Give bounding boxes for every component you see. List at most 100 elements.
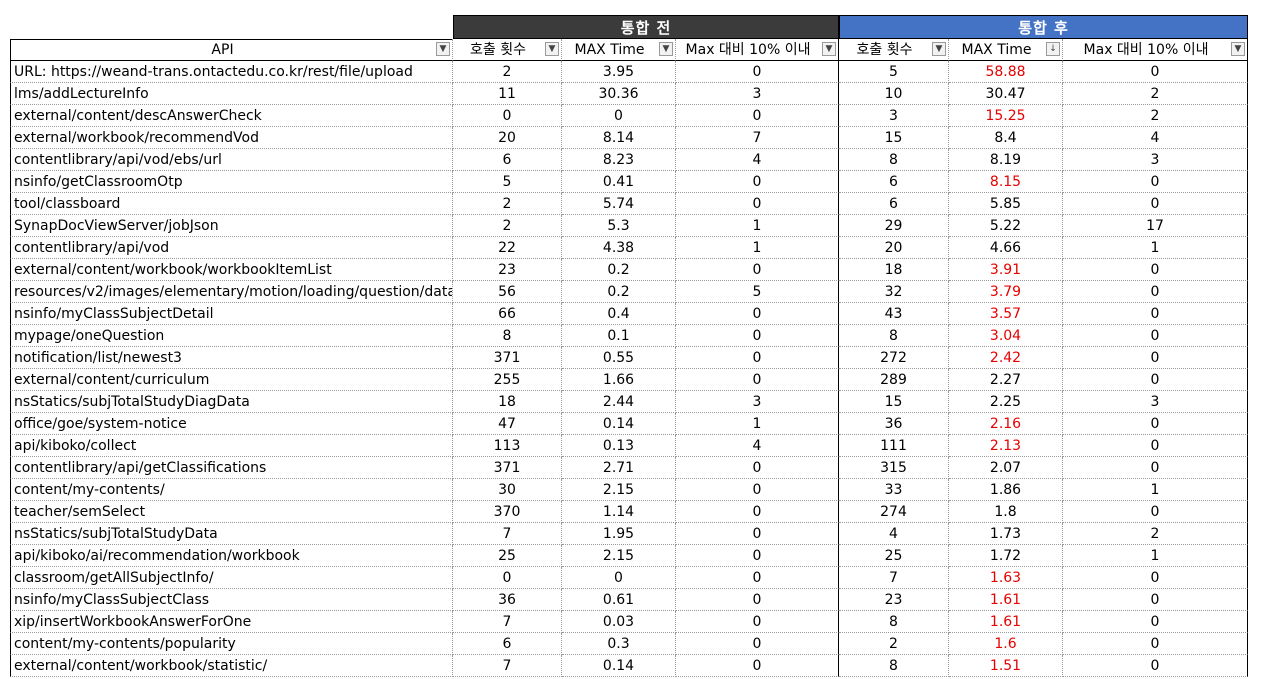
cell-after-within10[interactable]: 0 <box>1063 303 1248 325</box>
cell-after-calls[interactable]: 18 <box>839 259 949 281</box>
cell-after-within10[interactable]: 0 <box>1063 281 1248 303</box>
cell-before-within10[interactable]: 0 <box>676 567 839 589</box>
cell-before-within10[interactable]: 0 <box>676 303 839 325</box>
cell-before-calls[interactable]: 25 <box>453 545 562 567</box>
cell-before-within10[interactable]: 0 <box>676 105 839 127</box>
filter-dropdown-icon[interactable]: ▼ <box>545 42 559 56</box>
cell-before-within10[interactable]: 0 <box>676 325 839 347</box>
cell-after-calls[interactable]: 15 <box>839 391 949 413</box>
cell-after-maxtime[interactable]: 8.4 <box>949 127 1063 149</box>
cell-before-within10[interactable]: 7 <box>676 127 839 149</box>
cell-after-within10[interactable]: 0 <box>1063 435 1248 457</box>
cell-before-calls[interactable]: 371 <box>453 347 562 369</box>
cell-before-calls[interactable]: 7 <box>453 655 562 677</box>
cell-after-within10[interactable]: 1 <box>1063 237 1248 259</box>
cell-api[interactable]: nsinfo/getClassroomOtp <box>10 171 453 193</box>
cell-after-calls[interactable]: 15 <box>839 127 949 149</box>
cell-api[interactable]: contentlibrary/api/vod/ebs/url <box>10 149 453 171</box>
cell-after-within10[interactable]: 2 <box>1063 105 1248 127</box>
cell-before-calls[interactable]: 7 <box>453 523 562 545</box>
cell-after-calls[interactable]: 289 <box>839 369 949 391</box>
cell-before-maxtime[interactable]: 0.3 <box>562 633 676 655</box>
cell-after-maxtime[interactable]: 58.88 <box>949 61 1063 83</box>
cell-before-within10[interactable]: 1 <box>676 237 839 259</box>
cell-after-within10[interactable]: 1 <box>1063 545 1248 567</box>
cell-before-calls[interactable]: 0 <box>453 567 562 589</box>
cell-api[interactable]: nsStatics/subjTotalStudyData <box>10 523 453 545</box>
cell-after-within10[interactable]: 3 <box>1063 149 1248 171</box>
cell-before-within10[interactable]: 0 <box>676 545 839 567</box>
cell-after-calls[interactable]: 2 <box>839 633 949 655</box>
cell-after-calls[interactable]: 25 <box>839 545 949 567</box>
cell-after-within10[interactable]: 4 <box>1063 127 1248 149</box>
cell-before-calls[interactable]: 47 <box>453 413 562 435</box>
cell-api[interactable]: contentlibrary/api/getClassifications <box>10 457 453 479</box>
cell-after-within10[interactable]: 0 <box>1063 567 1248 589</box>
cell-after-maxtime[interactable]: 3.04 <box>949 325 1063 347</box>
cell-before-within10[interactable]: 0 <box>676 193 839 215</box>
cell-after-calls[interactable]: 36 <box>839 413 949 435</box>
cell-after-within10[interactable]: 0 <box>1063 611 1248 633</box>
cell-before-maxtime[interactable]: 0.14 <box>562 413 676 435</box>
cell-before-within10[interactable]: 1 <box>676 215 839 237</box>
cell-before-maxtime[interactable]: 0.2 <box>562 281 676 303</box>
cell-api[interactable]: external/content/workbook/statistic/ <box>10 655 453 677</box>
cell-after-maxtime[interactable]: 2.13 <box>949 435 1063 457</box>
cell-after-maxtime[interactable]: 2.07 <box>949 457 1063 479</box>
cell-before-calls[interactable]: 371 <box>453 457 562 479</box>
cell-after-maxtime[interactable]: 1.61 <box>949 611 1063 633</box>
cell-after-maxtime[interactable]: 1.63 <box>949 567 1063 589</box>
col-header-after-maxtime[interactable]: MAX Time ↓ <box>949 39 1063 61</box>
cell-after-within10[interactable]: 0 <box>1063 633 1248 655</box>
cell-before-calls[interactable]: 7 <box>453 611 562 633</box>
cell-after-calls[interactable]: 5 <box>839 61 949 83</box>
cell-after-within10[interactable]: 0 <box>1063 325 1248 347</box>
filter-dropdown-icon[interactable]: ▼ <box>932 42 946 56</box>
sort-descending-filter-icon[interactable]: ↓ <box>1046 42 1060 56</box>
cell-api[interactable]: office/goe/system-notice <box>10 413 453 435</box>
cell-api[interactable]: teacher/semSelect <box>10 501 453 523</box>
cell-before-within10[interactable]: 0 <box>676 479 839 501</box>
cell-after-maxtime[interactable]: 1.8 <box>949 501 1063 523</box>
cell-before-calls[interactable]: 2 <box>453 61 562 83</box>
cell-after-maxtime[interactable]: 5.85 <box>949 193 1063 215</box>
cell-after-calls[interactable]: 6 <box>839 193 949 215</box>
cell-before-maxtime[interactable]: 0 <box>562 105 676 127</box>
col-header-before-within10[interactable]: Max 대비 10% 이내 ▼ <box>676 39 839 61</box>
cell-before-maxtime[interactable]: 0.55 <box>562 347 676 369</box>
cell-api[interactable]: external/content/workbook/workbookItemLi… <box>10 259 453 281</box>
cell-before-calls[interactable]: 113 <box>453 435 562 457</box>
cell-before-within10[interactable]: 1 <box>676 413 839 435</box>
cell-after-maxtime[interactable]: 2.25 <box>949 391 1063 413</box>
cell-before-calls[interactable]: 23 <box>453 259 562 281</box>
cell-before-maxtime[interactable]: 0.14 <box>562 655 676 677</box>
cell-after-maxtime[interactable]: 1.86 <box>949 479 1063 501</box>
cell-before-calls[interactable]: 20 <box>453 127 562 149</box>
cell-before-maxtime[interactable]: 30.36 <box>562 83 676 105</box>
cell-api[interactable]: notification/list/newest3 <box>10 347 453 369</box>
cell-before-within10[interactable]: 0 <box>676 589 839 611</box>
cell-after-within10[interactable]: 0 <box>1063 413 1248 435</box>
cell-before-within10[interactable]: 4 <box>676 149 839 171</box>
cell-after-calls[interactable]: 29 <box>839 215 949 237</box>
cell-before-within10[interactable]: 0 <box>676 347 839 369</box>
col-header-before-maxtime[interactable]: MAX Time ▼ <box>562 39 676 61</box>
cell-before-maxtime[interactable]: 0.1 <box>562 325 676 347</box>
cell-after-maxtime[interactable]: 1.51 <box>949 655 1063 677</box>
cell-after-calls[interactable]: 8 <box>839 149 949 171</box>
cell-before-calls[interactable]: 11 <box>453 83 562 105</box>
cell-api[interactable]: nsinfo/myClassSubjectDetail <box>10 303 453 325</box>
cell-after-maxtime[interactable]: 3.91 <box>949 259 1063 281</box>
cell-after-within10[interactable]: 0 <box>1063 193 1248 215</box>
cell-after-within10[interactable]: 0 <box>1063 501 1248 523</box>
cell-after-maxtime[interactable]: 8.15 <box>949 171 1063 193</box>
col-header-before-calls[interactable]: 호출 횟수 ▼ <box>453 39 562 61</box>
cell-after-maxtime[interactable]: 1.6 <box>949 633 1063 655</box>
cell-before-maxtime[interactable]: 0.03 <box>562 611 676 633</box>
cell-before-maxtime[interactable]: 3.95 <box>562 61 676 83</box>
cell-api[interactable]: external/content/descAnswerCheck <box>10 105 453 127</box>
cell-after-maxtime[interactable]: 30.47 <box>949 83 1063 105</box>
cell-after-maxtime[interactable]: 3.57 <box>949 303 1063 325</box>
cell-before-maxtime[interactable]: 2.44 <box>562 391 676 413</box>
cell-api[interactable]: api/kiboko/collect <box>10 435 453 457</box>
